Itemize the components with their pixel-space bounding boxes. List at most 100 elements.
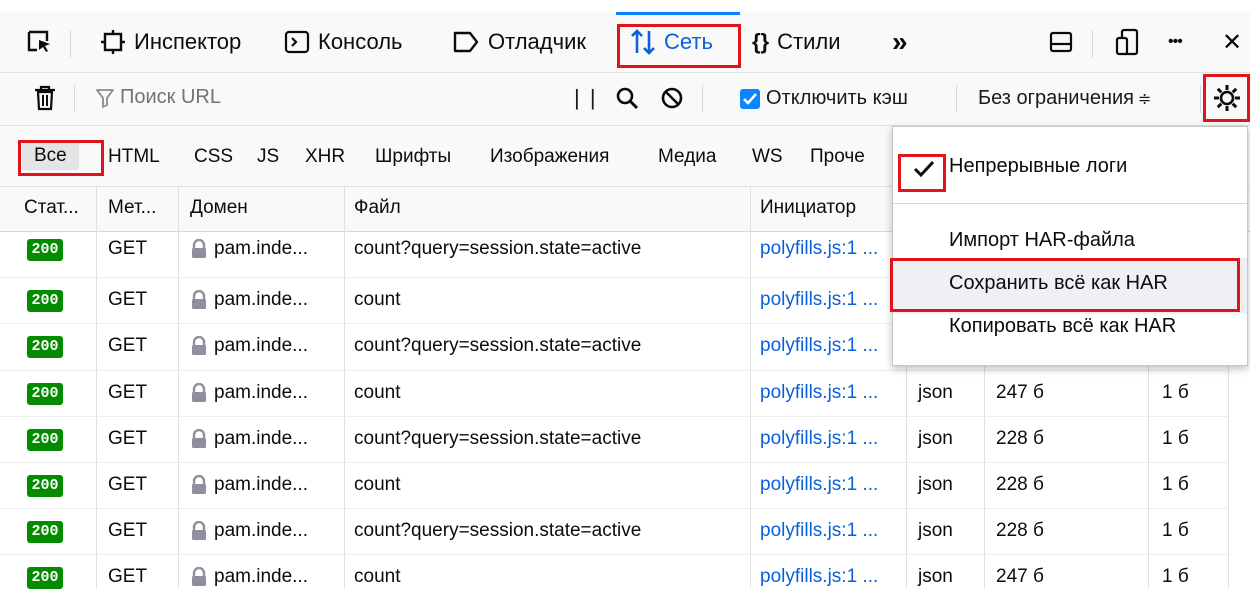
cell-initiator[interactable]: polyfills.js:1 ...	[760, 474, 878, 496]
column-status[interactable]: Стат...	[24, 197, 79, 219]
cell-size: 1 б	[1162, 474, 1189, 495]
tab-debugger[interactable]: Отладчик	[452, 24, 586, 60]
close-devtools-button[interactable]: ✕	[1222, 24, 1242, 60]
filter-js[interactable]: JS	[257, 146, 279, 168]
dock-layout-button[interactable]	[1048, 24, 1074, 60]
cell-domain: pam.inde...	[214, 289, 308, 311]
toolbar-separator	[956, 85, 957, 113]
element-picker-icon	[27, 30, 50, 52]
cell-domain: pam.inde...	[214, 238, 308, 259]
cell-file: count	[354, 566, 401, 588]
more-options-button[interactable]: •••	[1168, 24, 1183, 60]
cell-file: count?query=session.state=active	[354, 520, 642, 542]
throttling-select[interactable]: Без ограничения ≑	[978, 87, 1151, 110]
cell-transferred: 228 б	[996, 520, 1044, 542]
toolbar-separator	[702, 85, 703, 113]
dock-bottom-icon	[1049, 31, 1073, 53]
cell-initiator[interactable]: polyfills.js:1 ...	[760, 335, 878, 357]
tab-network[interactable]: Сеть	[630, 24, 713, 60]
table-row[interactable]: 200 GET pam.inde... count polyfills.js:1 ...…	[0, 462, 1230, 509]
block-requests-button[interactable]	[660, 86, 684, 110]
responsive-design-button[interactable]	[1114, 24, 1140, 60]
debugger-icon	[453, 31, 479, 53]
filter-html[interactable]: HTML	[108, 146, 160, 168]
menu-item-save-all-har[interactable]: Сохранить всё как HAR	[893, 258, 1247, 314]
tab-inspector[interactable]: Инспектор	[100, 24, 241, 60]
menu-item-copy-all-har[interactable]: Копировать всё как HAR	[893, 307, 1247, 363]
cell-type: json	[918, 474, 953, 495]
filter-other[interactable]: Проче	[810, 146, 865, 168]
lock-icon	[190, 239, 208, 259]
lock-icon	[190, 428, 208, 449]
cell-initiator[interactable]: polyfills.js:1 ...	[760, 382, 878, 404]
table-row[interactable]: 200 GET pam.inde... count?query=session.sta…	[0, 415, 1230, 463]
table-row[interactable]: 200 GET pam.inde... count polyfills.js:1 ...…	[0, 369, 1230, 417]
settings-gear-button[interactable]	[1212, 83, 1242, 113]
cell-initiator[interactable]: polyfills.js:1 ...	[760, 289, 878, 311]
toolbar-separator	[70, 30, 71, 58]
toolbar-separator	[1200, 85, 1201, 113]
lock-icon	[190, 336, 208, 356]
status-badge: 200	[27, 239, 63, 261]
gear-icon	[1214, 85, 1240, 111]
cell-domain: pam.inde...	[214, 566, 308, 588]
import-har-label: Импорт HAR-файла	[949, 229, 1135, 251]
search-button[interactable]	[615, 86, 639, 110]
checkmark-icon	[913, 159, 935, 179]
block-icon	[661, 87, 683, 109]
toolbar-separator	[1092, 30, 1093, 58]
table-row[interactable]: 200 GET pam.inde... count?query=session.sta…	[0, 508, 1230, 555]
element-picker-button[interactable]	[26, 24, 52, 60]
tab-console[interactable]: Консоль	[284, 24, 403, 60]
column-initiator[interactable]: Инициатор	[760, 197, 856, 219]
cell-initiator[interactable]: polyfills.js:1 ...	[760, 238, 878, 260]
cell-initiator[interactable]: polyfills.js:1 ...	[760, 566, 878, 588]
clear-requests-button[interactable]	[34, 85, 56, 111]
filter-images[interactable]: Изображения	[490, 146, 609, 168]
filter-all[interactable]: Все	[22, 142, 79, 170]
filter-fonts[interactable]: Шрифты	[375, 146, 451, 168]
close-icon: ✕	[1222, 28, 1243, 56]
table-row[interactable]: 200 GET pam.inde... count polyfills.js:1 ...…	[0, 554, 1230, 601]
cell-size: 1 б	[1162, 520, 1189, 542]
cell-initiator[interactable]: polyfills.js:1 ...	[760, 428, 878, 450]
filter-media[interactable]: Медиа	[658, 146, 716, 168]
disable-cache-checkbox[interactable]: Отключить кэш	[740, 87, 908, 110]
cell-file: count	[354, 289, 401, 311]
cell-file: count?query=session.state=active	[354, 427, 642, 449]
cell-transferred: 247 б	[996, 566, 1044, 588]
filter-css[interactable]: CSS	[194, 146, 233, 168]
filter-xhr[interactable]: XHR	[305, 146, 345, 168]
search-icon	[616, 87, 639, 110]
filter-ws[interactable]: WS	[752, 146, 783, 168]
copy-all-har-label: Копировать всё как HAR	[949, 315, 1177, 337]
cell-transferred: 228 б	[996, 427, 1044, 449]
cell-initiator[interactable]: polyfills.js:1 ...	[760, 520, 878, 542]
more-tabs-button[interactable]: »	[892, 24, 908, 60]
status-badge: 200	[27, 382, 63, 405]
cell-transferred: 228 б	[996, 474, 1044, 495]
menu-item-persist-logs[interactable]: Непрерывные логи	[893, 141, 1247, 197]
lock-icon	[190, 382, 208, 403]
filter-icon	[96, 88, 114, 108]
column-method[interactable]: Мет...	[108, 197, 156, 219]
cell-size: 1 б	[1162, 381, 1189, 403]
lock-icon	[190, 290, 208, 310]
column-domain[interactable]: Домен	[190, 197, 248, 219]
cell-size: 1 б	[1162, 427, 1189, 449]
network-icon	[631, 29, 655, 55]
cell-method: GET	[108, 381, 148, 403]
column-file[interactable]: Файл	[354, 197, 401, 219]
cell-type: json	[918, 381, 953, 403]
updown-arrow-icon: ≑	[1138, 90, 1152, 108]
cell-domain: pam.inde...	[214, 381, 308, 403]
status-badge: 200	[27, 521, 63, 544]
pause-button[interactable]: | |	[574, 85, 598, 111]
cell-method: GET	[108, 238, 148, 259]
toolbar-separator	[74, 85, 75, 113]
cell-type: json	[918, 566, 953, 588]
url-filter-input[interactable]: Поиск URL	[96, 86, 221, 109]
window-top-strip	[0, 0, 1250, 12]
tab-styles[interactable]: {} Стили	[752, 24, 841, 60]
url-filter-placeholder: Поиск URL	[120, 86, 221, 108]
